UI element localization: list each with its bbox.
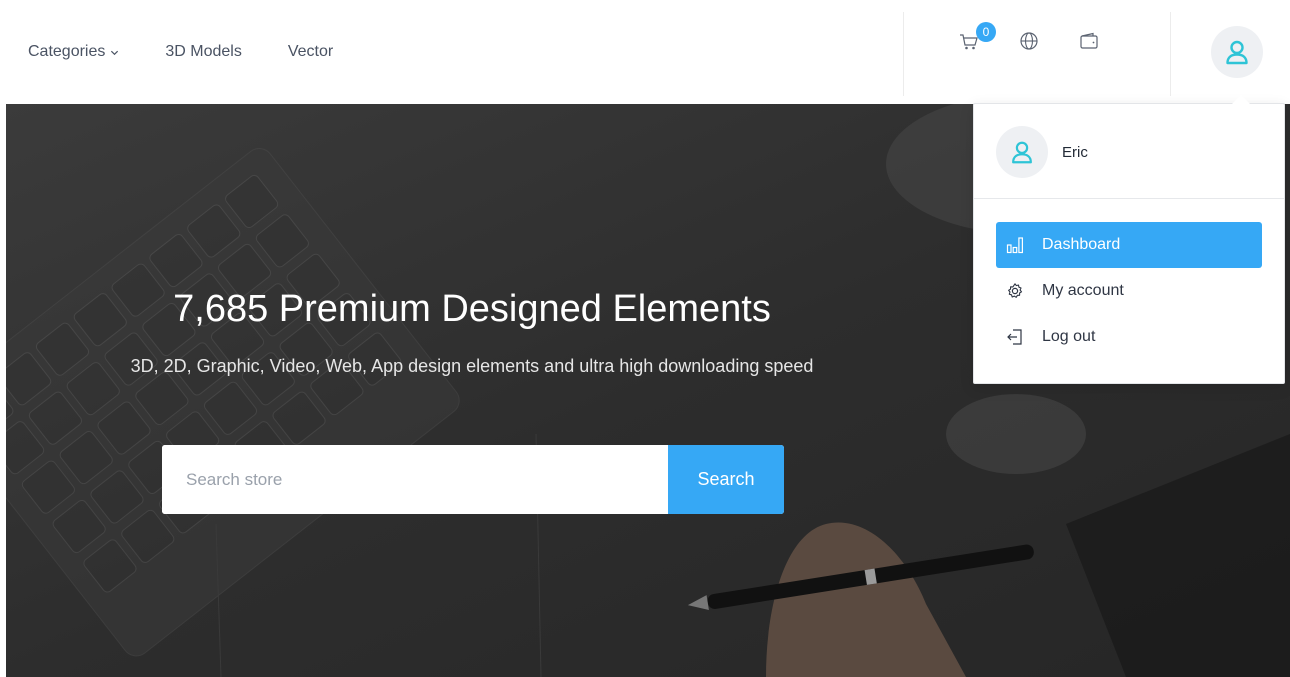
dropdown-caret bbox=[1232, 95, 1250, 104]
search-button[interactable]: Search bbox=[668, 445, 784, 514]
wallet-button[interactable] bbox=[1078, 30, 1100, 52]
cart-count-badge: 0 bbox=[976, 22, 996, 42]
search-input[interactable] bbox=[162, 445, 668, 514]
nav-categories[interactable]: Categories bbox=[28, 43, 119, 61]
search-bar: Search bbox=[162, 445, 784, 514]
chevron-down-icon bbox=[111, 50, 119, 55]
gear-icon bbox=[1008, 283, 1023, 298]
nav-3d-models[interactable]: 3D Models bbox=[165, 43, 241, 61]
menu-item-log-out[interactable]: Log out bbox=[996, 314, 1262, 360]
hero-title: 7,685 Premium Designed Elements bbox=[173, 288, 771, 330]
user-icon bbox=[1226, 40, 1248, 65]
header-icons: 0 bbox=[958, 22, 1138, 52]
header-divider-left bbox=[903, 12, 904, 96]
menu-item-my-account-label: My account bbox=[1042, 282, 1124, 299]
avatar bbox=[996, 126, 1048, 178]
page: Categories 3D Models Vector 0 7,685 Prem… bbox=[0, 0, 1290, 677]
logout-icon bbox=[1007, 329, 1022, 345]
nav-categories-label: Categories bbox=[28, 43, 106, 60]
nav-3d-models-label: 3D Models bbox=[165, 43, 242, 60]
header-divider-right bbox=[1170, 12, 1171, 96]
dropdown-divider bbox=[974, 198, 1284, 199]
nav-vector[interactable]: Vector bbox=[288, 43, 333, 61]
wallet-icon bbox=[1080, 32, 1098, 49]
dropdown-menu-list: Dashboard My account Log out bbox=[996, 222, 1262, 360]
menu-item-dashboard-label: Dashboard bbox=[1042, 236, 1121, 253]
top-header: Categories 3D Models Vector 0 bbox=[0, 0, 1290, 104]
dropdown-user-info: Eric bbox=[996, 126, 1088, 178]
user-icon bbox=[1012, 141, 1032, 164]
language-button[interactable] bbox=[1018, 30, 1040, 52]
menu-item-dashboard[interactable]: Dashboard bbox=[996, 222, 1262, 268]
hero-subtitle: 3D, 2D, Graphic, Video, Web, App design … bbox=[130, 356, 814, 376]
user-avatar-button[interactable] bbox=[1211, 26, 1263, 78]
cart-button[interactable]: 0 bbox=[958, 22, 996, 52]
main-nav: Categories 3D Models Vector bbox=[28, 0, 379, 104]
globe-icon bbox=[1020, 32, 1038, 50]
user-dropdown-menu: Eric Dashboard My account Log out bbox=[973, 103, 1285, 384]
menu-item-log-out-label: Log out bbox=[1042, 328, 1096, 345]
nav-vector-label: Vector bbox=[287, 43, 334, 60]
bar-chart-icon bbox=[1006, 237, 1023, 254]
menu-item-my-account[interactable]: My account bbox=[996, 268, 1262, 314]
user-name: Eric bbox=[1062, 143, 1088, 161]
